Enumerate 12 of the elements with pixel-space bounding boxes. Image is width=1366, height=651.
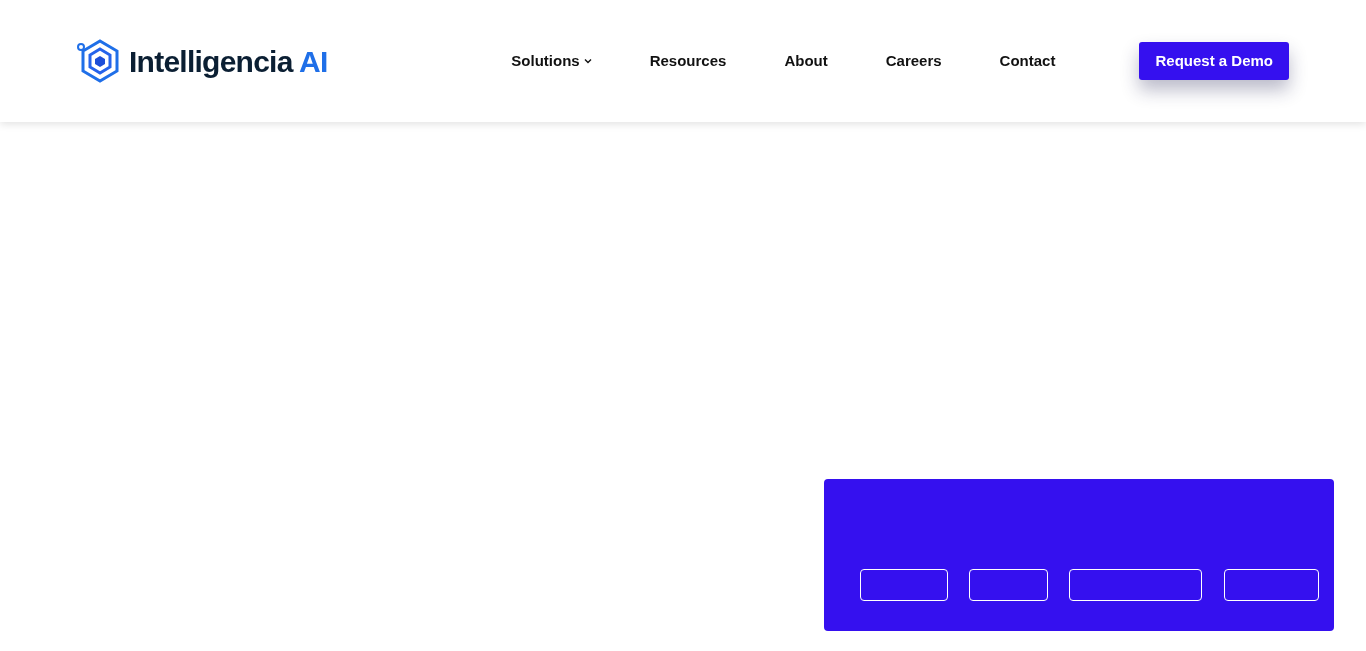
nav-link[interactable]: About (784, 49, 828, 73)
outline-button[interactable] (969, 569, 1048, 601)
logo-wordmark[interactable]: Intelligencia AI (129, 38, 328, 84)
nav-link[interactable]: Solutions (511, 49, 592, 73)
outline-button[interactable] (860, 569, 948, 601)
chevron-down-icon (583, 58, 592, 64)
outline-button[interactable] (1224, 569, 1319, 601)
outline-button[interactable] (1069, 569, 1202, 601)
nav-link[interactable]: Contact (999, 49, 1056, 73)
nav-link[interactable]: Resources (649, 49, 727, 73)
request-demo-button[interactable]: Request a Demo (1139, 42, 1289, 80)
nav-link[interactable]: Careers (885, 49, 942, 73)
